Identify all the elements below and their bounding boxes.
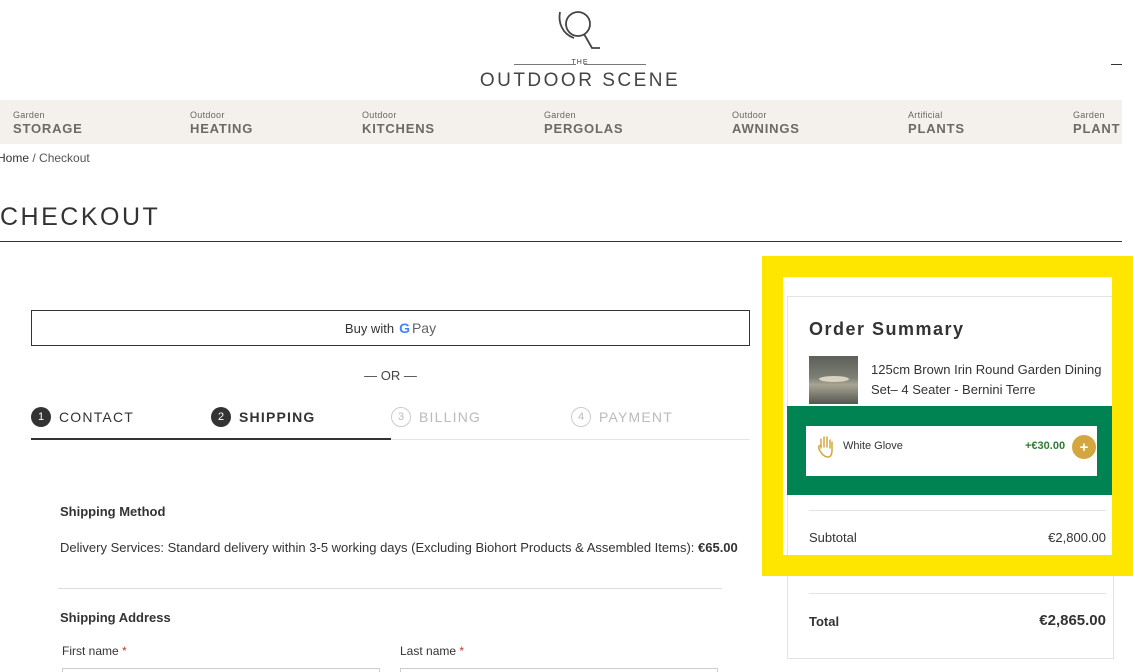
nav-item-label: PLANTS — [908, 121, 965, 136]
menu-icon[interactable] — [1111, 64, 1122, 65]
nav-item-label: STORAGE — [13, 121, 83, 136]
subtotal-label: Subtotal — [809, 530, 857, 545]
step-label: SHIPPING — [239, 409, 316, 425]
logo-the: THE — [571, 59, 589, 66]
shipping-method-option[interactable]: Delivery Services: Standard delivery wit… — [60, 540, 738, 555]
nav-item-sublabel: Artificial — [908, 110, 943, 120]
step-label: CONTACT — [59, 409, 135, 425]
nav-item-label: PERGOLAS — [544, 121, 624, 136]
hand-glove-icon — [817, 436, 833, 458]
breadcrumb: Home / Checkout — [0, 151, 90, 165]
section-divider — [58, 588, 722, 589]
breadcrumb-home-link[interactable]: Home — [0, 151, 29, 165]
logo-brand-name: OUTDOOR SCENE — [479, 70, 681, 91]
nav-item-sublabel: Outdoor — [362, 110, 397, 120]
shipping-method-title: Shipping Method — [60, 504, 166, 519]
google-pay-button[interactable]: Buy with G Pay — [31, 310, 750, 346]
checkout-steps: 1 CONTACT 2 SHIPPING 3 BILLING 4 PAYMENT — [31, 404, 750, 440]
last-name-field[interactable] — [400, 668, 718, 672]
nav-item-plants[interactable]: Artificial PLANTS — [908, 110, 965, 136]
steps-progress — [31, 438, 391, 440]
pay-label: Pay — [411, 320, 437, 336]
subtotal-value: €2,800.00 — [1048, 530, 1106, 545]
breadcrumb-separator: / — [29, 151, 40, 165]
breadcrumb-current: Checkout — [39, 151, 90, 165]
nav-item-label: HEATING — [190, 121, 254, 136]
required-marker: * — [122, 644, 127, 658]
summary-divider — [809, 593, 1106, 594]
nav-item-sublabel: Outdoor — [732, 110, 767, 120]
page-title: CHECKOUT — [0, 203, 161, 231]
google-g-icon: G — [399, 320, 410, 336]
add-addon-button[interactable]: + — [1072, 435, 1096, 459]
nav-item-kitchens[interactable]: Outdoor KITCHENS — [362, 110, 435, 136]
product-thumbnail — [809, 356, 858, 404]
title-divider — [0, 241, 1122, 242]
site-logo[interactable]: THE OUTDOOR SCENE — [470, 8, 690, 91]
order-summary-title: Order Summary — [809, 319, 965, 339]
step-label: BILLING — [419, 409, 482, 425]
nav-item-sublabel: Garden — [13, 110, 45, 120]
nav-item-pergolas[interactable]: Garden PERGOLAS — [544, 110, 623, 136]
logo-mark-icon — [558, 11, 600, 49]
required-marker: * — [459, 644, 465, 658]
nav-item-awnings[interactable]: Outdoor AWNINGS — [732, 110, 800, 136]
last-name-label: Last name * — [400, 644, 465, 658]
step-contact[interactable]: 1 CONTACT — [31, 407, 134, 427]
step-label: PAYMENT — [599, 409, 673, 425]
shipping-method-description: Delivery Services: Standard delivery wit… — [60, 540, 698, 555]
product-name: 125cm Brown Irin Round Garden Dining Set… — [871, 362, 1102, 397]
shipping-method-price: €65.00 — [698, 540, 738, 555]
nav-item-label: PLANT — [1073, 121, 1121, 136]
first-name-label: First name * — [62, 644, 127, 658]
nav-item-label: KITCHENS — [362, 121, 435, 136]
step-number: 2 — [211, 407, 231, 427]
nav-item-storage[interactable]: Garden STORAGE — [13, 110, 83, 136]
nav-item-label: AWNINGS — [732, 121, 800, 136]
white-glove-addon[interactable]: White Glove +€30.00 + — [806, 426, 1097, 476]
step-billing[interactable]: 3 BILLING — [391, 407, 481, 427]
step-shipping[interactable]: 2 SHIPPING — [211, 407, 316, 427]
summary-divider — [809, 510, 1106, 511]
addon-name: White Glove — [843, 440, 903, 452]
addon-price: +€30.00 — [1025, 440, 1066, 452]
nav-item-plant[interactable]: Garden PLANT — [1073, 110, 1122, 136]
step-payment[interactable]: 4 PAYMENT — [571, 407, 673, 427]
nav-item-sublabel: Outdoor — [190, 110, 225, 120]
nav-item-sublabel: Garden — [1073, 110, 1105, 120]
step-number: 1 — [31, 407, 51, 427]
total-value: €2,865.00 — [1039, 612, 1106, 629]
total-label: Total — [809, 614, 840, 629]
first-name-field[interactable] — [62, 668, 380, 672]
nav-item-sublabel: Garden — [544, 110, 576, 120]
nav-item-heating[interactable]: Outdoor HEATING — [190, 110, 253, 136]
step-number: 4 — [571, 407, 591, 427]
shipping-address-title: Shipping Address — [60, 610, 171, 625]
main-navigation: Garden STORAGE Outdoor HEATING Outdoor K… — [0, 100, 1122, 144]
step-number: 3 — [391, 407, 411, 427]
or-divider: — OR — — [364, 368, 417, 383]
buy-with-label: Buy with — [344, 320, 395, 336]
